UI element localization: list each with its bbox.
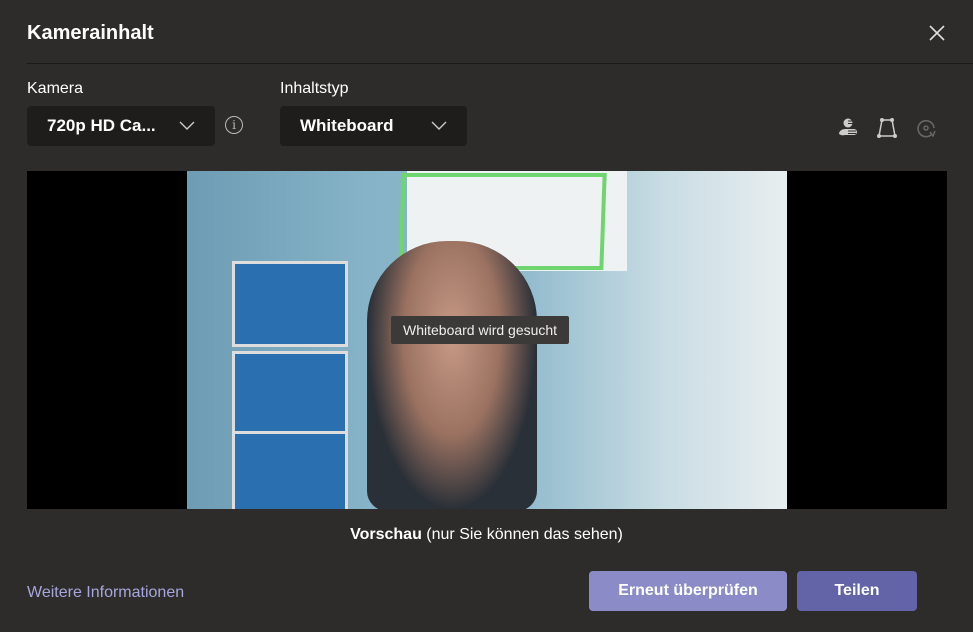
certificate [232,261,348,347]
info-icon[interactable]: i [225,116,243,134]
camera-dropdown[interactable]: 720p HD Ca... [27,106,215,146]
crop-corners-icon[interactable] [875,116,899,140]
camera-value: 720p HD Ca... [47,116,156,135]
enhance-person-icon[interactable] [836,116,860,140]
more-info-link[interactable]: Weitere Informationen [27,584,184,602]
caption-rest: (nur Sie können das sehen) [421,526,623,543]
status-tooltip: Whiteboard wird gesucht [391,316,570,344]
camera-preview: Whiteboard wird gesucht [27,171,947,509]
person [367,241,537,509]
camera-label: Kamera [27,80,84,97]
preview-caption: Vorschau (nur Sie können das sehen) [0,526,973,544]
recheck-button[interactable]: Erneut überprüfen [589,571,787,611]
certificate [232,431,348,509]
close-icon[interactable] [926,22,948,44]
content-type-value: Whiteboard [300,116,394,135]
rotate-icon [917,119,936,138]
caption-bold: Vorschau [350,526,422,543]
divider [27,63,973,64]
chevron-down-icon [179,121,195,130]
certificate [232,351,348,437]
share-button[interactable]: Teilen [797,571,917,611]
chevron-down-icon [431,121,447,130]
dialog-title: Kamerainhalt [27,22,154,44]
content-type-label: Inhaltstyp [280,80,349,97]
content-type-dropdown[interactable]: Whiteboard [280,106,467,146]
